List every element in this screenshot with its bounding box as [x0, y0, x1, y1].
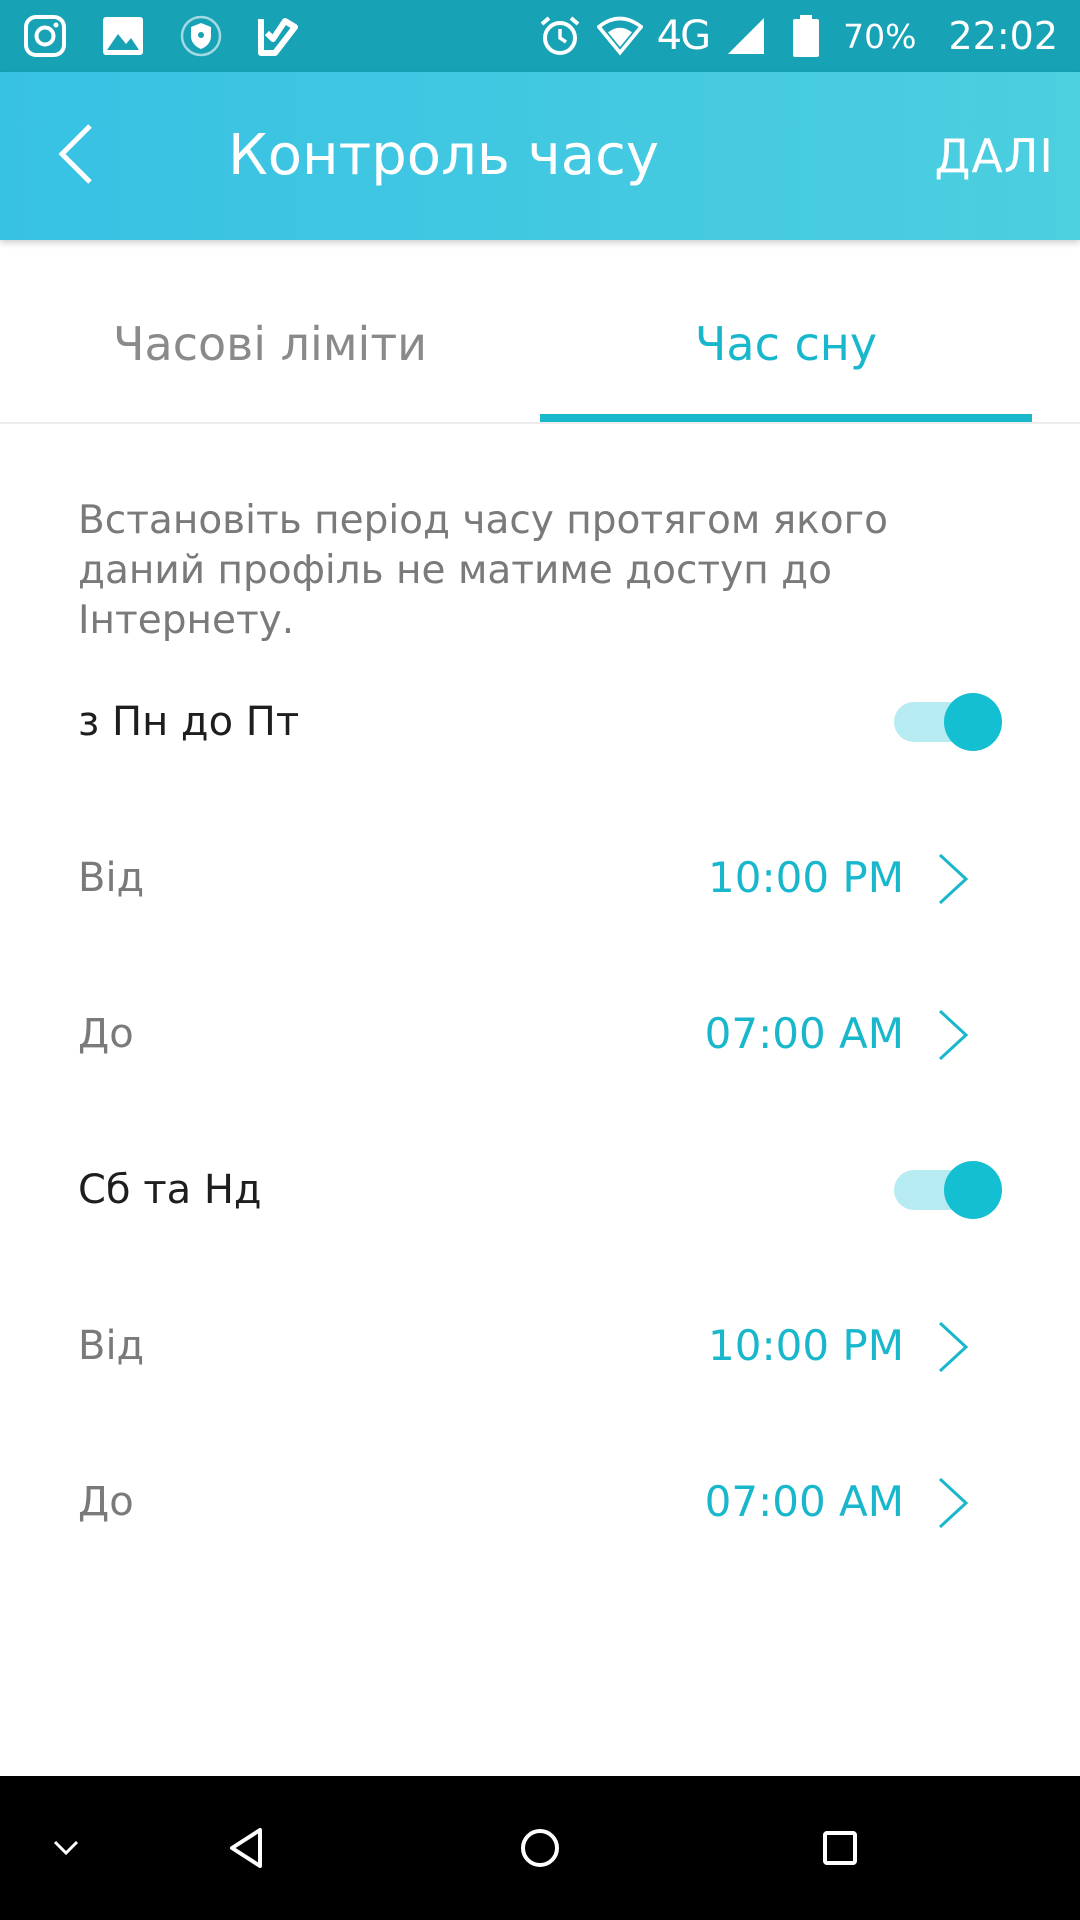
weekday-to-row[interactable]: До 07:00 AM [0, 979, 1080, 1089]
wifi-icon [596, 13, 643, 59]
weekday-to-time[interactable]: 07:00 AM [705, 979, 904, 1089]
weekend-from-time[interactable]: 10:00 PM [708, 1291, 904, 1401]
back-button[interactable] [56, 118, 116, 194]
tab-time-limits[interactable]: Часові ліміти [0, 304, 540, 384]
weekend-toggle[interactable] [888, 1161, 1002, 1219]
to-label: До [78, 1011, 134, 1057]
weekend-to-time[interactable]: 07:00 AM [705, 1447, 904, 1557]
chevron-left-icon [56, 122, 96, 190]
status-bar: 4G 70% 22:02 [0, 0, 1080, 72]
active-tab-indicator [540, 414, 1032, 422]
network-type: 4G [656, 13, 711, 59]
weekend-from-row[interactable]: Від 10:00 PM [0, 1291, 1080, 1401]
tab-sleep-time[interactable]: Час сну [540, 304, 1032, 384]
next-button[interactable]: ДАЛІ [934, 124, 1054, 188]
toggle-thumb [944, 1161, 1002, 1219]
back-triangle-icon[interactable] [214, 1816, 278, 1880]
to-label: До [78, 1479, 134, 1525]
chevron-right-icon [932, 1007, 972, 1063]
chevron-right-icon [932, 851, 972, 907]
from-label: Від [78, 855, 145, 901]
weekday-label: з Пн до Пт [78, 699, 300, 745]
weekend-to-row[interactable]: До 07:00 AM [0, 1447, 1080, 1557]
from-label: Від [78, 1323, 145, 1369]
weekend-label: Сб та Нд [78, 1167, 262, 1213]
description-text: Встановіть період часу протягом якого да… [78, 498, 888, 643]
shield-icon [178, 13, 224, 59]
battery-level: 70% [843, 16, 917, 56]
weekday-from-time[interactable]: 10:00 PM [708, 823, 904, 933]
instagram-icon [22, 13, 68, 59]
app-bar: Контроль часу ДАЛІ [0, 72, 1080, 240]
toggle-thumb [944, 693, 1002, 751]
chevron-right-icon [932, 1475, 972, 1531]
alarm-icon [537, 13, 583, 59]
tab-bar: Часові ліміти Час сну [0, 240, 1080, 424]
chevron-right-icon [932, 1319, 972, 1375]
recents-square-icon[interactable] [808, 1816, 872, 1880]
system-nav-bar [0, 1776, 1080, 1920]
clock: 22:02 [948, 14, 1058, 58]
page-title: Контроль часу [228, 123, 659, 188]
battery-icon [783, 13, 829, 59]
signal-icon [723, 13, 769, 59]
weekend-schedule-row: Сб та Нд [0, 1135, 1080, 1245]
chevron-down-icon[interactable] [34, 1816, 98, 1880]
gallery-icon [100, 13, 146, 59]
task-icon [256, 13, 302, 59]
weekday-from-row[interactable]: Від 10:00 PM [0, 823, 1080, 933]
weekday-toggle[interactable] [888, 693, 1002, 751]
weekday-schedule-row: з Пн до Пт [0, 667, 1080, 777]
home-circle-icon[interactable] [508, 1816, 572, 1880]
